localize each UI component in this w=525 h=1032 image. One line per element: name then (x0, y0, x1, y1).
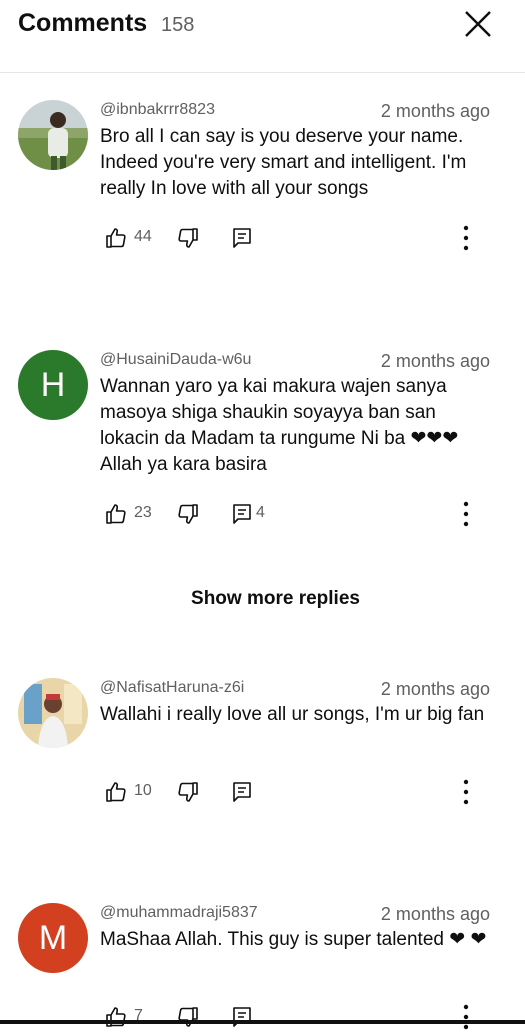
comment-author[interactable]: @ibnbakrrr8823 (100, 100, 215, 120)
like-count: 44 (134, 228, 152, 245)
more-options-icon[interactable] (454, 223, 478, 253)
reply-icon[interactable] (230, 226, 254, 250)
more-options-icon[interactable] (454, 777, 478, 807)
dislike-icon[interactable] (176, 226, 200, 250)
comment-text: MaShaa Allah. This guy is super talented… (100, 929, 487, 950)
comment-text: Wannan yaro ya kai makura wajen sanya ma… (100, 376, 459, 475)
bottom-divider (0, 1020, 525, 1024)
dislike-icon[interactable] (176, 780, 200, 804)
reply-icon[interactable] (230, 780, 254, 804)
comment-author[interactable]: @HusainiDauda-w6u (100, 350, 251, 370)
comments-header: Comments 158 (0, 0, 525, 73)
avatar[interactable]: H (18, 350, 88, 420)
like-icon[interactable] (104, 226, 128, 250)
comments-title: Comments (18, 9, 148, 37)
comment-actions: 44 (0, 223, 525, 253)
more-options-icon[interactable] (454, 499, 478, 529)
avatar[interactable] (18, 678, 88, 748)
comment-actions: 23 4 (0, 499, 525, 529)
reply-icon[interactable] (230, 1005, 254, 1029)
like-icon[interactable] (104, 1005, 128, 1029)
comment-author[interactable]: @muhammadraji5837 (100, 903, 258, 923)
like-count: 23 (134, 504, 152, 521)
comment-text: Wallahi i really love all ur songs, I'm … (100, 704, 485, 725)
comment-text: Bro all I can say is you deserve your na… (100, 126, 467, 199)
comment-time: 2 months ago (380, 101, 490, 121)
like-icon[interactable] (104, 780, 128, 804)
avatar[interactable]: M (18, 903, 88, 973)
comment-actions: 10 (0, 777, 525, 807)
like-count: 10 (134, 782, 152, 799)
comment-time: 2 months ago (380, 679, 490, 699)
more-options-icon[interactable] (454, 1002, 478, 1032)
comments-count: 158 (161, 14, 195, 36)
show-more-replies-button[interactable]: Show more replies (0, 586, 525, 612)
comment-actions: 7 (0, 1002, 525, 1032)
comment-time: 2 months ago (380, 904, 490, 924)
reply-icon[interactable] (230, 502, 254, 526)
close-icon[interactable] (460, 6, 496, 42)
reply-count: 4 (256, 504, 265, 521)
avatar-letter: H (40, 366, 66, 404)
avatar[interactable] (18, 100, 88, 170)
like-icon[interactable] (104, 502, 128, 526)
avatar-letter: M (38, 919, 68, 957)
comment-time: 2 months ago (380, 351, 490, 371)
comment-author[interactable]: @NafisatHaruna-z6i (100, 678, 244, 698)
dislike-icon[interactable] (176, 502, 200, 526)
dislike-icon[interactable] (176, 1005, 200, 1029)
